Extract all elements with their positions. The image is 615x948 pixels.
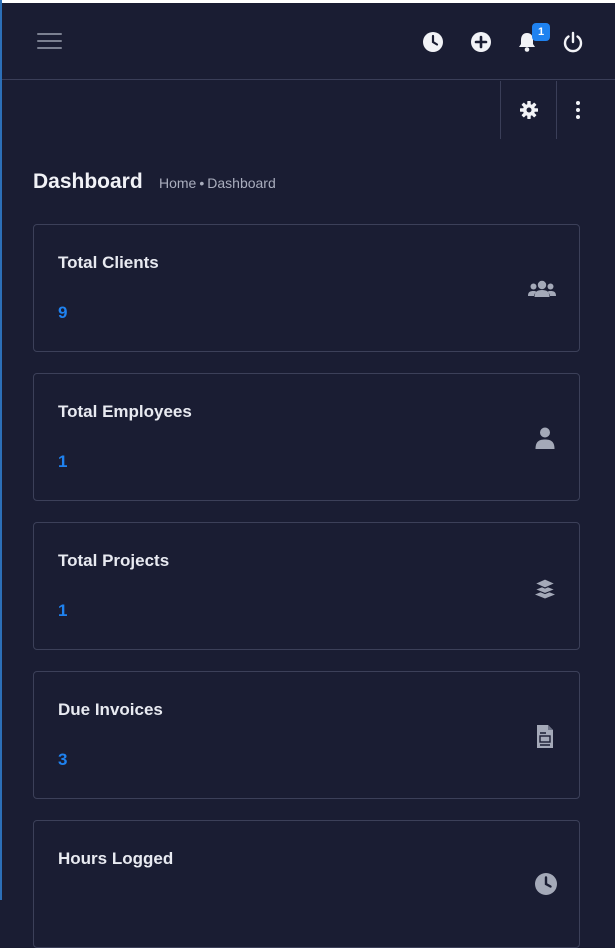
top-navbar: 1 — [2, 3, 615, 80]
breadcrumb-current: Dashboard — [207, 175, 276, 191]
card-title: Total Employees — [58, 402, 192, 421]
toolbar-divider — [556, 81, 557, 139]
breadcrumb-separator: • — [199, 175, 205, 191]
power-icon[interactable] — [562, 31, 584, 53]
invoice-icon — [527, 722, 557, 750]
total-employees-card[interactable]: Total Employees 1 — [33, 373, 580, 501]
card-title: Due Invoices — [58, 700, 163, 719]
total-clients-card[interactable]: Total Clients 9 — [33, 224, 580, 352]
plus-circle-icon[interactable] — [470, 31, 492, 53]
total-projects-card[interactable]: Total Projects 1 — [33, 522, 580, 650]
clock-icon — [527, 871, 557, 899]
vertical-dots-icon[interactable] — [568, 100, 588, 120]
card-value: 1 — [58, 452, 68, 471]
card-title: Total Projects — [58, 551, 170, 570]
user-icon — [527, 424, 557, 452]
hours-logged-card[interactable]: Hours Logged — [33, 820, 580, 948]
layers-icon — [527, 573, 557, 601]
notification-badge: 1 — [532, 23, 550, 41]
clock-icon[interactable] — [422, 31, 444, 53]
card-title: Total Clients — [58, 253, 159, 272]
breadcrumb-home-link[interactable]: Home — [159, 175, 196, 191]
breadcrumb: Home • Dashboard — [159, 175, 276, 191]
card-title: Hours Logged — [58, 849, 174, 868]
due-invoices-card[interactable]: Due Invoices 3 — [33, 671, 580, 799]
gear-icon[interactable] — [519, 100, 539, 120]
card-value: 3 — [58, 750, 68, 769]
hamburger-menu-icon[interactable] — [37, 33, 62, 51]
card-value: 1 — [58, 601, 68, 620]
users-icon — [527, 275, 557, 303]
secondary-toolbar — [2, 81, 615, 139]
card-value: 9 — [58, 303, 68, 322]
toolbar-divider — [500, 81, 501, 139]
page-title: Dashboard — [33, 170, 143, 193]
